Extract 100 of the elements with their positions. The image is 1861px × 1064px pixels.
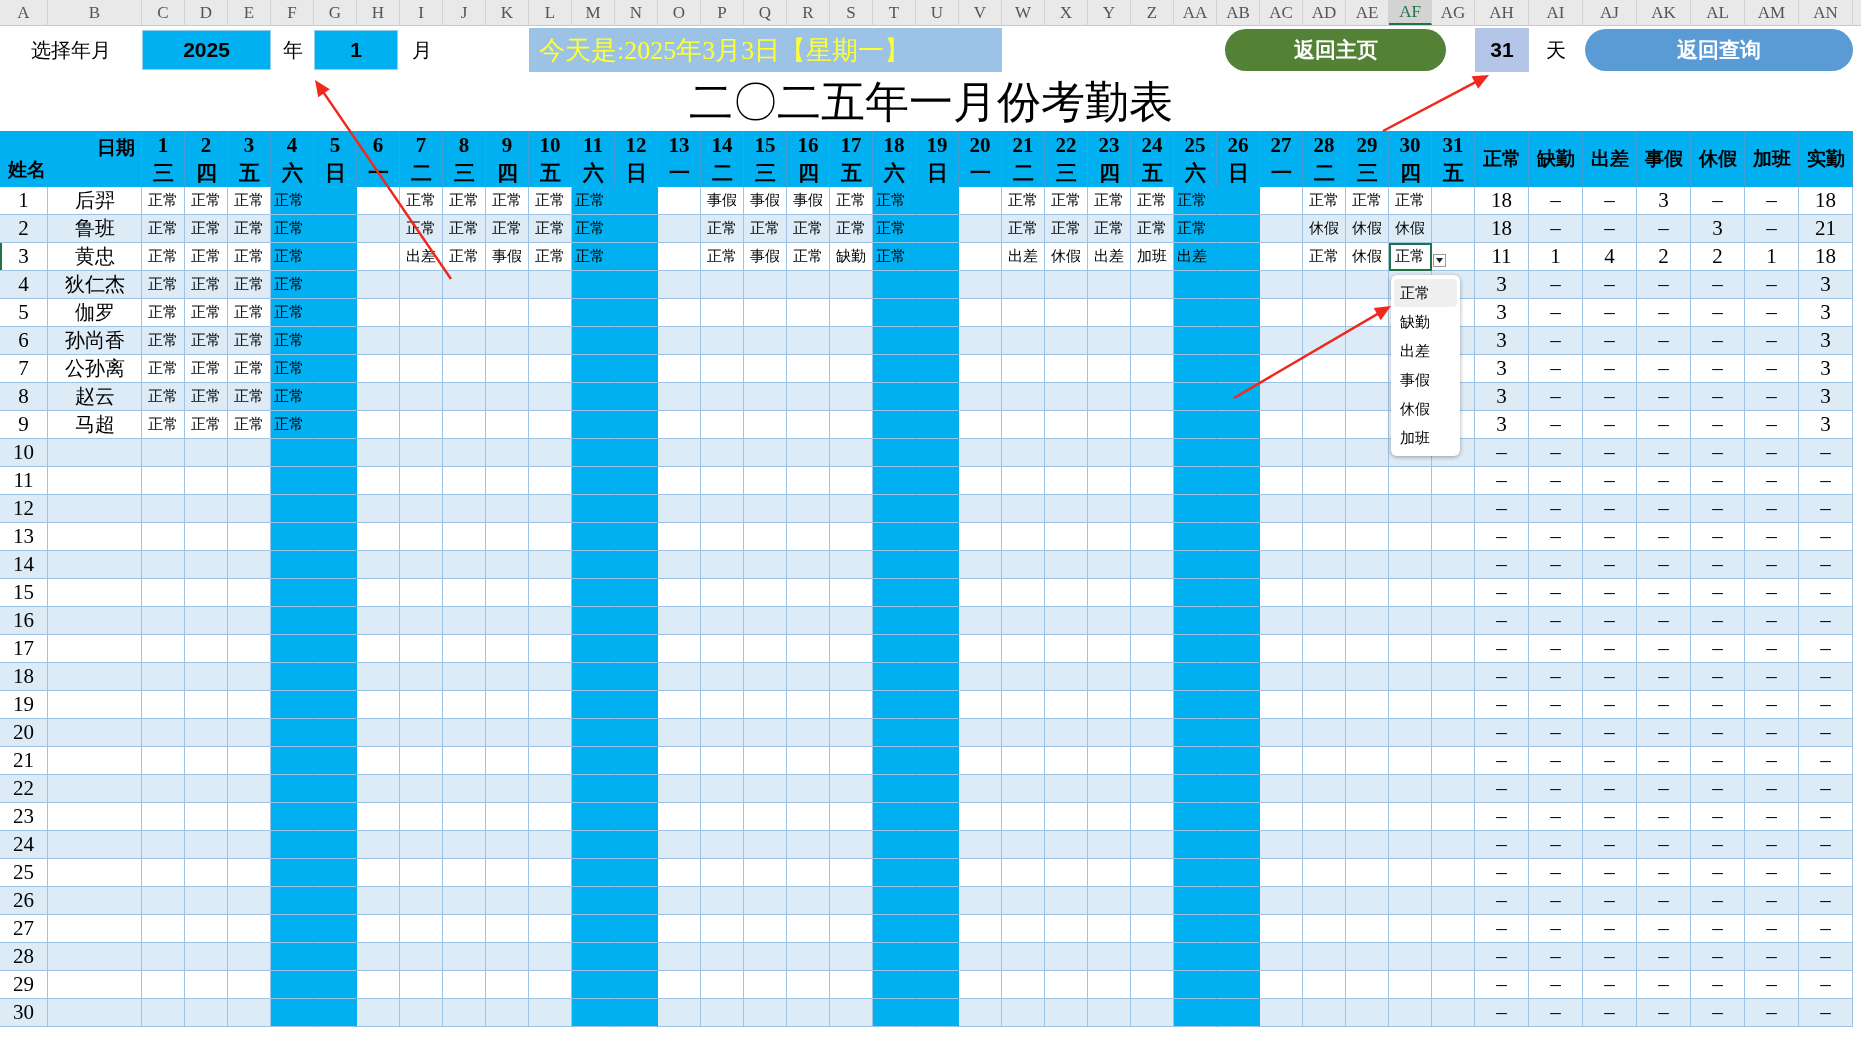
column-letter[interactable]: O	[658, 0, 701, 25]
table-cell: –	[1583, 775, 1637, 803]
column-letter[interactable]: AB	[1217, 0, 1260, 25]
table-cell: –	[1745, 635, 1799, 663]
header-cell: 30	[1389, 131, 1432, 159]
table-cell: 事假	[486, 243, 529, 271]
table-cell: –	[1475, 439, 1529, 467]
table-cell: 3	[1799, 411, 1853, 439]
column-letter[interactable]: AK	[1637, 0, 1691, 25]
column-letter[interactable]: P	[701, 0, 744, 25]
column-letter[interactable]: AC	[1260, 0, 1303, 25]
column-letter[interactable]: AD	[1303, 0, 1346, 25]
menu-item[interactable]: 加班	[1394, 424, 1457, 452]
days-count: 31	[1475, 28, 1529, 72]
column-letter[interactable]: S	[830, 0, 873, 25]
column-letter[interactable]: AG	[1432, 0, 1475, 25]
column-letter[interactable]: T	[873, 0, 916, 25]
menu-item[interactable]: 缺勤	[1394, 308, 1457, 336]
table-cell: 赵云	[48, 383, 142, 411]
table-cell: –	[1583, 271, 1637, 299]
column-letter[interactable]: AL	[1691, 0, 1745, 25]
month-field[interactable]: 1	[314, 30, 398, 70]
table-cell: –	[1529, 579, 1583, 607]
column-letter[interactable]: A	[0, 0, 48, 25]
home-button[interactable]: 返回主页	[1225, 29, 1446, 71]
table-cell: –	[1583, 747, 1637, 775]
table-cell: –	[1691, 187, 1745, 215]
column-letter[interactable]: AH	[1475, 0, 1529, 25]
table-cell: 事假	[787, 187, 830, 215]
column-letter[interactable]: I	[400, 0, 443, 25]
header-cell: 缺勤	[1529, 131, 1583, 187]
column-letter[interactable]: L	[529, 0, 572, 25]
column-letter[interactable]: H	[357, 0, 400, 25]
table-cell: –	[1745, 411, 1799, 439]
table-cell: 4	[1583, 243, 1637, 271]
table-cell: –	[1529, 299, 1583, 327]
column-letter[interactable]: AF	[1389, 0, 1432, 25]
column-letter[interactable]: G	[314, 0, 357, 25]
menu-item[interactable]: 事假	[1394, 366, 1457, 394]
table-cell: 正常	[228, 411, 271, 439]
column-letter[interactable]: K	[486, 0, 529, 25]
table-cell: 正常	[1174, 215, 1217, 243]
table-cell: –	[1529, 215, 1583, 243]
table-cell: 正常	[271, 243, 314, 271]
table-cell: –	[1637, 355, 1691, 383]
column-letter[interactable]: J	[443, 0, 486, 25]
column-letter[interactable]: Z	[1131, 0, 1174, 25]
column-letter[interactable]: AM	[1745, 0, 1799, 25]
column-letter[interactable]: D	[185, 0, 228, 25]
column-letter[interactable]: AN	[1799, 0, 1853, 25]
table-cell: 出差	[1002, 243, 1045, 271]
table-cell: –	[1583, 887, 1637, 915]
table-cell: 正常	[142, 355, 185, 383]
table-cell: –	[1637, 663, 1691, 691]
table-cell: –	[1529, 747, 1583, 775]
column-letter[interactable]: V	[959, 0, 1002, 25]
table-cell: 18	[0, 663, 48, 691]
field-label: 选择年月	[31, 36, 111, 64]
table-cell: –	[1745, 187, 1799, 215]
table-cell: –	[1745, 663, 1799, 691]
column-letter[interactable]: AJ	[1583, 0, 1637, 25]
header-cell: 4	[271, 131, 314, 159]
table-cell: –	[1691, 971, 1745, 999]
table-cell: –	[1691, 747, 1745, 775]
table-cell: –	[1583, 691, 1637, 719]
table-cell: –	[1745, 299, 1799, 327]
column-letter[interactable]: W	[1002, 0, 1045, 25]
header-cell: 日	[916, 159, 959, 187]
header-cell: 21	[1002, 131, 1045, 159]
table-cell: 3	[1799, 271, 1853, 299]
dropdown-button[interactable]	[1433, 254, 1446, 267]
column-letter[interactable]: F	[271, 0, 314, 25]
column-letter[interactable]: N	[615, 0, 658, 25]
table-cell: 正常	[572, 243, 615, 271]
header-cell: 三	[744, 159, 787, 187]
column-letter[interactable]: AI	[1529, 0, 1583, 25]
table-cell: 出差	[1174, 243, 1217, 271]
year-field[interactable]: 2025	[142, 30, 271, 70]
table-cell: –	[1529, 971, 1583, 999]
column-letter[interactable]: E	[228, 0, 271, 25]
menu-item[interactable]: 正常	[1394, 279, 1457, 307]
menu-item[interactable]: 出差	[1394, 337, 1457, 365]
column-letter[interactable]: Q	[744, 0, 787, 25]
column-letter[interactable]: AA	[1174, 0, 1217, 25]
table-cell: 正常	[185, 271, 228, 299]
table-cell: 1	[1745, 243, 1799, 271]
column-letter[interactable]: X	[1045, 0, 1088, 25]
column-letter[interactable]: Y	[1088, 0, 1131, 25]
sheet-title: 二〇二五年一月份考勤表	[688, 77, 1173, 129]
column-letter[interactable]: B	[48, 0, 142, 25]
table-cell: 18	[1475, 215, 1529, 243]
table-cell: –	[1637, 607, 1691, 635]
column-letter[interactable]: U	[916, 0, 959, 25]
menu-item[interactable]: 休假	[1394, 395, 1457, 423]
column-letter[interactable]: R	[787, 0, 830, 25]
table-cell: –	[1583, 915, 1637, 943]
table-cell: 3	[1799, 299, 1853, 327]
column-letter[interactable]: M	[572, 0, 615, 25]
table-cell: 28	[0, 943, 48, 971]
column-letter[interactable]: C	[142, 0, 185, 25]
